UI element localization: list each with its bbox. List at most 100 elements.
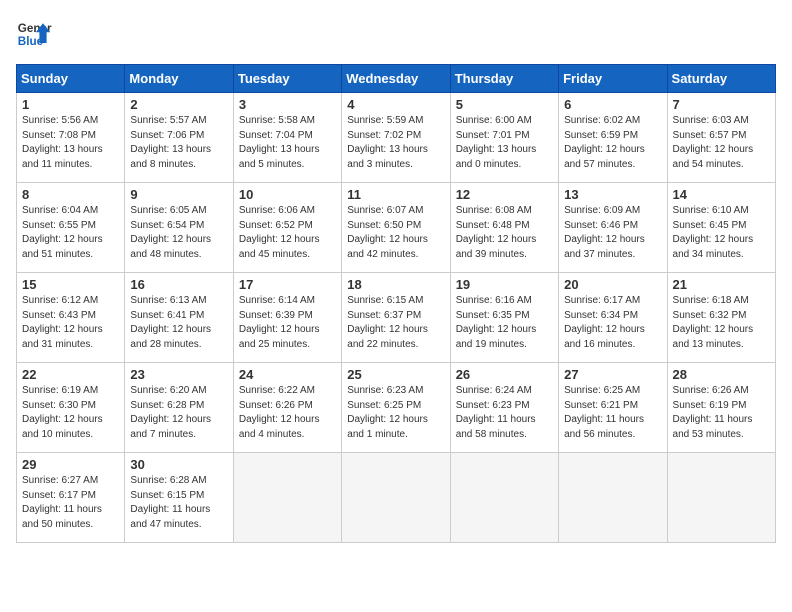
sunrise-label: Sunrise: 6:24 AM bbox=[456, 385, 532, 396]
day-cell-12: 12 Sunrise: 6:08 AM Sunset: 6:48 PM Dayl… bbox=[450, 183, 558, 273]
day-number: 25 bbox=[347, 367, 444, 382]
daylight-label: Daylight: 11 hours and 47 minutes. bbox=[130, 504, 210, 530]
sunrise-label: Sunrise: 6:14 AM bbox=[239, 295, 315, 306]
daylight-label: Daylight: 13 hours and 5 minutes. bbox=[239, 144, 320, 170]
day-cell-13: 13 Sunrise: 6:09 AM Sunset: 6:46 PM Dayl… bbox=[559, 183, 667, 273]
daylight-label: Daylight: 12 hours and 48 minutes. bbox=[130, 234, 211, 260]
day-number: 15 bbox=[22, 277, 119, 292]
day-cell-7: 7 Sunrise: 6:03 AM Sunset: 6:57 PM Dayli… bbox=[667, 93, 775, 183]
sunset-label: Sunset: 6:46 PM bbox=[564, 220, 638, 231]
sunrise-label: Sunrise: 6:09 AM bbox=[564, 205, 640, 216]
sunset-label: Sunset: 6:59 PM bbox=[564, 130, 638, 141]
day-info: Sunrise: 6:07 AM Sunset: 6:50 PM Dayligh… bbox=[347, 204, 444, 262]
daylight-label: Daylight: 12 hours and 7 minutes. bbox=[130, 414, 211, 440]
sunrise-label: Sunrise: 6:08 AM bbox=[456, 205, 532, 216]
day-cell-24: 24 Sunrise: 6:22 AM Sunset: 6:26 PM Dayl… bbox=[233, 363, 341, 453]
daylight-label: Daylight: 12 hours and 45 minutes. bbox=[239, 234, 320, 260]
day-info: Sunrise: 6:26 AM Sunset: 6:19 PM Dayligh… bbox=[673, 384, 770, 442]
day-info: Sunrise: 6:16 AM Sunset: 6:35 PM Dayligh… bbox=[456, 294, 553, 352]
day-info: Sunrise: 6:20 AM Sunset: 6:28 PM Dayligh… bbox=[130, 384, 227, 442]
empty-cell bbox=[342, 453, 450, 543]
day-info: Sunrise: 6:15 AM Sunset: 6:37 PM Dayligh… bbox=[347, 294, 444, 352]
sunset-label: Sunset: 6:43 PM bbox=[22, 310, 96, 321]
day-info: Sunrise: 6:10 AM Sunset: 6:45 PM Dayligh… bbox=[673, 204, 770, 262]
sunrise-label: Sunrise: 6:13 AM bbox=[130, 295, 206, 306]
sunrise-label: Sunrise: 6:02 AM bbox=[564, 115, 640, 126]
day-info: Sunrise: 6:14 AM Sunset: 6:39 PM Dayligh… bbox=[239, 294, 336, 352]
day-info: Sunrise: 6:19 AM Sunset: 6:30 PM Dayligh… bbox=[22, 384, 119, 442]
page-header: General Blue bbox=[16, 16, 776, 52]
day-number: 14 bbox=[673, 187, 770, 202]
day-info: Sunrise: 6:24 AM Sunset: 6:23 PM Dayligh… bbox=[456, 384, 553, 442]
col-header-wednesday: Wednesday bbox=[342, 65, 450, 93]
day-info: Sunrise: 6:08 AM Sunset: 6:48 PM Dayligh… bbox=[456, 204, 553, 262]
sunrise-label: Sunrise: 6:07 AM bbox=[347, 205, 423, 216]
daylight-label: Daylight: 13 hours and 0 minutes. bbox=[456, 144, 537, 170]
sunset-label: Sunset: 6:26 PM bbox=[239, 400, 313, 411]
day-cell-15: 15 Sunrise: 6:12 AM Sunset: 6:43 PM Dayl… bbox=[17, 273, 125, 363]
daylight-label: Daylight: 12 hours and 19 minutes. bbox=[456, 324, 537, 350]
day-info: Sunrise: 5:58 AM Sunset: 7:04 PM Dayligh… bbox=[239, 114, 336, 172]
sunrise-label: Sunrise: 5:58 AM bbox=[239, 115, 315, 126]
day-cell-9: 9 Sunrise: 6:05 AM Sunset: 6:54 PM Dayli… bbox=[125, 183, 233, 273]
day-info: Sunrise: 6:12 AM Sunset: 6:43 PM Dayligh… bbox=[22, 294, 119, 352]
calendar-table: SundayMondayTuesdayWednesdayThursdayFrid… bbox=[16, 64, 776, 543]
day-number: 27 bbox=[564, 367, 661, 382]
sunset-label: Sunset: 7:04 PM bbox=[239, 130, 313, 141]
day-cell-5: 5 Sunrise: 6:00 AM Sunset: 7:01 PM Dayli… bbox=[450, 93, 558, 183]
day-number: 26 bbox=[456, 367, 553, 382]
day-info: Sunrise: 6:06 AM Sunset: 6:52 PM Dayligh… bbox=[239, 204, 336, 262]
daylight-label: Daylight: 12 hours and 4 minutes. bbox=[239, 414, 320, 440]
col-header-friday: Friday bbox=[559, 65, 667, 93]
day-cell-1: 1 Sunrise: 5:56 AM Sunset: 7:08 PM Dayli… bbox=[17, 93, 125, 183]
sunrise-label: Sunrise: 6:25 AM bbox=[564, 385, 640, 396]
sunset-label: Sunset: 6:37 PM bbox=[347, 310, 421, 321]
sunset-label: Sunset: 6:34 PM bbox=[564, 310, 638, 321]
day-cell-2: 2 Sunrise: 5:57 AM Sunset: 7:06 PM Dayli… bbox=[125, 93, 233, 183]
day-info: Sunrise: 6:22 AM Sunset: 6:26 PM Dayligh… bbox=[239, 384, 336, 442]
sunset-label: Sunset: 6:32 PM bbox=[673, 310, 747, 321]
day-number: 29 bbox=[22, 457, 119, 472]
sunrise-label: Sunrise: 6:00 AM bbox=[456, 115, 532, 126]
day-number: 18 bbox=[347, 277, 444, 292]
sunrise-label: Sunrise: 6:17 AM bbox=[564, 295, 640, 306]
day-number: 21 bbox=[673, 277, 770, 292]
day-number: 20 bbox=[564, 277, 661, 292]
day-cell-18: 18 Sunrise: 6:15 AM Sunset: 6:37 PM Dayl… bbox=[342, 273, 450, 363]
sunset-label: Sunset: 7:01 PM bbox=[456, 130, 530, 141]
sunset-label: Sunset: 7:08 PM bbox=[22, 130, 96, 141]
daylight-label: Daylight: 13 hours and 8 minutes. bbox=[130, 144, 211, 170]
col-header-monday: Monday bbox=[125, 65, 233, 93]
sunrise-label: Sunrise: 6:22 AM bbox=[239, 385, 315, 396]
day-info: Sunrise: 6:04 AM Sunset: 6:55 PM Dayligh… bbox=[22, 204, 119, 262]
daylight-label: Daylight: 11 hours and 58 minutes. bbox=[456, 414, 536, 440]
day-cell-3: 3 Sunrise: 5:58 AM Sunset: 7:04 PM Dayli… bbox=[233, 93, 341, 183]
day-cell-28: 28 Sunrise: 6:26 AM Sunset: 6:19 PM Dayl… bbox=[667, 363, 775, 453]
day-number: 11 bbox=[347, 187, 444, 202]
day-number: 30 bbox=[130, 457, 227, 472]
daylight-label: Daylight: 12 hours and 16 minutes. bbox=[564, 324, 645, 350]
day-number: 1 bbox=[22, 97, 119, 112]
daylight-label: Daylight: 12 hours and 39 minutes. bbox=[456, 234, 537, 260]
day-number: 23 bbox=[130, 367, 227, 382]
sunset-label: Sunset: 6:19 PM bbox=[673, 400, 747, 411]
day-info: Sunrise: 6:02 AM Sunset: 6:59 PM Dayligh… bbox=[564, 114, 661, 172]
sunset-label: Sunset: 6:30 PM bbox=[22, 400, 96, 411]
day-cell-11: 11 Sunrise: 6:07 AM Sunset: 6:50 PM Dayl… bbox=[342, 183, 450, 273]
day-info: Sunrise: 6:17 AM Sunset: 6:34 PM Dayligh… bbox=[564, 294, 661, 352]
sunrise-label: Sunrise: 6:20 AM bbox=[130, 385, 206, 396]
sunrise-label: Sunrise: 6:26 AM bbox=[673, 385, 749, 396]
sunrise-label: Sunrise: 6:15 AM bbox=[347, 295, 423, 306]
daylight-label: Daylight: 12 hours and 51 minutes. bbox=[22, 234, 103, 260]
day-cell-10: 10 Sunrise: 6:06 AM Sunset: 6:52 PM Dayl… bbox=[233, 183, 341, 273]
day-cell-16: 16 Sunrise: 6:13 AM Sunset: 6:41 PM Dayl… bbox=[125, 273, 233, 363]
day-number: 17 bbox=[239, 277, 336, 292]
day-number: 12 bbox=[456, 187, 553, 202]
day-cell-6: 6 Sunrise: 6:02 AM Sunset: 6:59 PM Dayli… bbox=[559, 93, 667, 183]
col-header-sunday: Sunday bbox=[17, 65, 125, 93]
day-cell-8: 8 Sunrise: 6:04 AM Sunset: 6:55 PM Dayli… bbox=[17, 183, 125, 273]
empty-cell bbox=[233, 453, 341, 543]
day-info: Sunrise: 6:27 AM Sunset: 6:17 PM Dayligh… bbox=[22, 474, 119, 532]
sunset-label: Sunset: 6:35 PM bbox=[456, 310, 530, 321]
daylight-label: Daylight: 11 hours and 56 minutes. bbox=[564, 414, 644, 440]
